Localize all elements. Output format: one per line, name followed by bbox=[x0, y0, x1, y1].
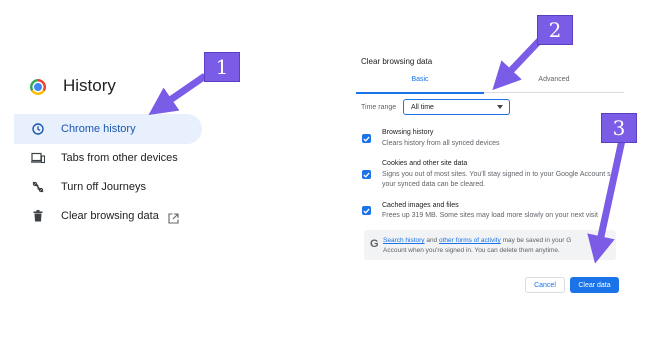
arrow-2 bbox=[492, 37, 543, 91]
arrow-1 bbox=[148, 73, 207, 115]
callout-1: 1 bbox=[204, 52, 240, 82]
arrow-3 bbox=[587, 139, 626, 264]
callout-3: 3 bbox=[601, 113, 637, 143]
callout-arrows bbox=[148, 37, 626, 264]
callout-2: 2 bbox=[537, 15, 573, 45]
